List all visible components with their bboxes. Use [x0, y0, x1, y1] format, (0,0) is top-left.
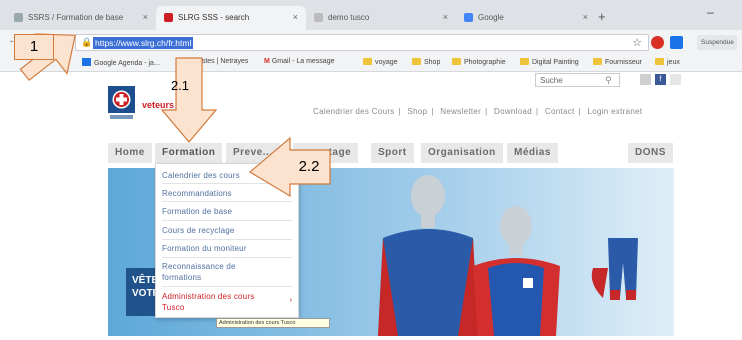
- callout-22: 2.2: [298, 158, 320, 175]
- callout-arrows: [19, 33, 331, 198]
- callout-1: 1: [14, 34, 54, 60]
- callout-21: 2.1: [170, 78, 190, 93]
